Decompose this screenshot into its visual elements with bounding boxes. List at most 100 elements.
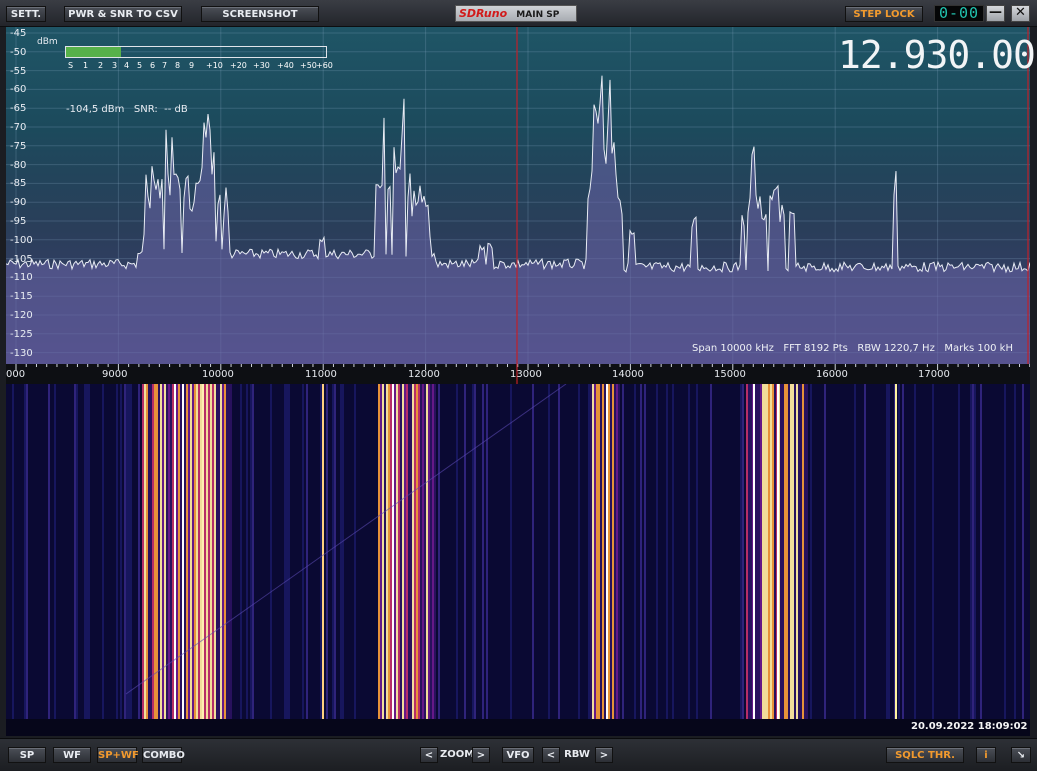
waterfall-column <box>450 384 452 736</box>
waterfall-column <box>548 384 550 736</box>
rbw-decrease-button[interactable]: < <box>542 747 560 763</box>
waterfall-column <box>652 384 654 736</box>
zoom-out-button[interactable]: < <box>420 747 438 763</box>
waterfall-column <box>104 384 106 736</box>
waterfall-column <box>732 384 734 736</box>
waterfall-column <box>194 384 196 736</box>
waterfall-column <box>884 384 886 736</box>
screenshot-button[interactable]: SCREENSHOT <box>201 6 319 22</box>
waterfall-column <box>760 384 762 736</box>
waterfall-column <box>126 384 128 736</box>
waterfall-column <box>988 384 990 736</box>
minimize-button[interactable]: — <box>986 5 1005 22</box>
waterfall-column <box>934 384 936 736</box>
waterfall-column <box>54 384 56 736</box>
waterfall-column <box>674 384 676 736</box>
sqlc-threshold-button[interactable]: SQLC THR. <box>886 747 964 763</box>
waterfall-column <box>882 384 884 736</box>
s-scale-label: +20 <box>230 61 247 70</box>
waterfall-column <box>168 384 170 736</box>
waterfall-column <box>372 384 374 736</box>
waterfall-column <box>590 384 592 736</box>
waterfall-column <box>552 384 554 736</box>
waterfall-column <box>226 384 228 736</box>
wf-button[interactable]: WF <box>53 747 91 763</box>
waterfall-column <box>400 384 402 736</box>
waterfall-column <box>240 384 242 736</box>
waterfall-column <box>236 384 238 736</box>
waterfall-column <box>474 384 476 736</box>
waterfall-column <box>958 384 960 736</box>
waterfall-column <box>938 384 940 736</box>
waterfall-column <box>878 384 880 736</box>
waterfall-column <box>670 384 672 736</box>
waterfall-column <box>1026 384 1028 736</box>
waterfall-column <box>582 384 584 736</box>
waterfall-column <box>184 384 186 736</box>
zoom-in-button[interactable]: > <box>472 747 490 763</box>
waterfall-column <box>720 384 722 736</box>
waterfall-column <box>522 384 524 736</box>
waterfall-column <box>58 384 60 736</box>
waterfall-column <box>268 384 270 736</box>
settings-button[interactable]: SETT. <box>6 6 46 22</box>
spectrum-display[interactable] <box>6 27 1030 364</box>
waterfall-column <box>856 384 858 736</box>
waterfall-column <box>546 384 548 736</box>
waterfall-column <box>524 384 526 736</box>
frequency-display[interactable]: 12.930.000 <box>838 33 1037 77</box>
waterfall-column <box>654 384 656 736</box>
waterfall-column <box>454 384 456 736</box>
waterfall-column <box>108 384 110 736</box>
waterfall-column <box>500 384 502 736</box>
waterfall-column <box>1012 384 1014 736</box>
combo-button[interactable]: COMBO <box>142 747 185 763</box>
waterfall-column <box>364 384 366 736</box>
sp-wf-button[interactable]: SP+WF <box>97 747 139 763</box>
info-button[interactable]: i <box>976 747 996 763</box>
waterfall-column <box>950 384 952 736</box>
waterfall-column <box>642 384 644 736</box>
waterfall-column <box>248 384 250 736</box>
waterfall-column <box>1020 384 1022 736</box>
waterfall-column <box>574 384 576 736</box>
waterfall-column <box>874 384 876 736</box>
step-lock-button[interactable]: STEP LOCK <box>845 6 923 22</box>
waterfall-column <box>880 384 882 736</box>
waterfall-column <box>560 384 562 736</box>
waterfall-column <box>148 384 150 736</box>
waterfall-signal-line <box>202 384 204 719</box>
waterfall-column <box>462 384 464 736</box>
waterfall-column <box>26 384 28 736</box>
resize-icon[interactable]: ↘ <box>1011 747 1031 763</box>
waterfall-column <box>260 384 262 736</box>
close-button[interactable]: ✕ <box>1011 5 1030 22</box>
waterfall-column <box>738 384 740 736</box>
waterfall-column <box>924 384 926 736</box>
waterfall-column <box>680 384 682 736</box>
waterfall-column <box>850 384 852 736</box>
waterfall-column <box>664 384 666 736</box>
waterfall-column <box>210 384 212 736</box>
waterfall-column <box>558 384 560 736</box>
waterfall-column <box>162 384 164 736</box>
rbw-increase-button[interactable]: > <box>595 747 613 763</box>
waterfall-column <box>588 384 590 736</box>
waterfall-column <box>138 384 140 736</box>
waterfall-column <box>744 384 746 736</box>
waterfall-column <box>328 384 330 736</box>
waterfall-column <box>922 384 924 736</box>
waterfall-column <box>932 384 934 736</box>
waterfall-display[interactable] <box>6 384 1030 736</box>
waterfall-footer <box>6 719 1030 736</box>
waterfall-column <box>452 384 454 736</box>
waterfall-column <box>282 384 284 736</box>
waterfall-column <box>394 384 396 736</box>
waterfall-column <box>930 384 932 736</box>
waterfall-column <box>868 384 870 736</box>
sp-button[interactable]: SP <box>8 747 46 763</box>
vfo-button[interactable]: VFO <box>502 747 534 763</box>
waterfall-column <box>374 384 376 736</box>
pwr-snr-csv-button[interactable]: PWR & SNR TO CSV <box>64 6 182 22</box>
waterfall-column <box>964 384 966 736</box>
